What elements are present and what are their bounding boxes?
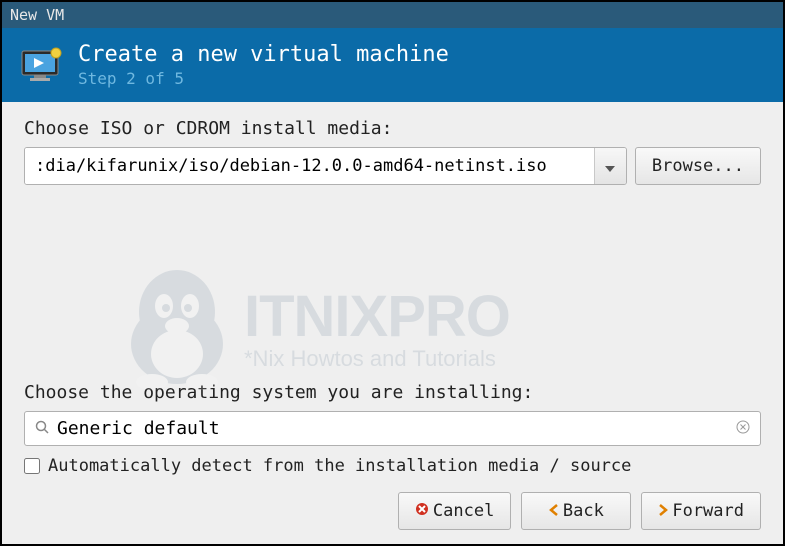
window-title: New VM <box>10 6 64 24</box>
clear-icon[interactable] <box>736 419 750 438</box>
browse-button[interactable]: Browse... <box>635 147 761 185</box>
chevron-left-icon <box>549 501 559 521</box>
os-label: Choose the operating system you are inst… <box>24 382 761 403</box>
autodetect-checkbox[interactable] <box>24 458 40 474</box>
monitor-icon <box>20 47 64 83</box>
back-label: Back <box>563 501 604 521</box>
cancel-icon <box>415 501 429 521</box>
iso-combo-arrow[interactable] <box>594 148 626 184</box>
forward-label: Forward <box>672 501 744 521</box>
back-button[interactable]: Back <box>521 492 631 530</box>
forward-button[interactable]: Forward <box>641 492 761 530</box>
chevron-down-icon <box>605 157 615 176</box>
wizard-step: Step 2 of 5 <box>78 69 449 88</box>
autodetect-row[interactable]: Automatically detect from the installati… <box>24 456 761 476</box>
iso-label: Choose ISO or CDROM install media: <box>24 118 761 139</box>
chevron-right-icon <box>658 501 668 521</box>
iso-combo[interactable] <box>24 147 627 185</box>
titlebar: New VM <box>2 2 783 28</box>
wizard-footer: Cancel Back Forward <box>24 492 761 530</box>
new-vm-window: New VM Create a new virtual machine Step… <box>0 0 785 546</box>
iso-row: Browse... <box>24 147 761 185</box>
cancel-label: Cancel <box>433 501 494 521</box>
wizard-content: Choose ISO or CDROM install media: Brows… <box>2 102 783 544</box>
os-search-field[interactable] <box>24 411 761 446</box>
autodetect-label: Automatically detect from the installati… <box>48 456 631 476</box>
iso-path-input[interactable] <box>25 148 594 184</box>
wizard-title: Create a new virtual machine <box>78 42 449 67</box>
wizard-header: Create a new virtual machine Step 2 of 5 <box>2 28 783 102</box>
os-input[interactable] <box>57 418 728 439</box>
search-icon <box>35 419 49 438</box>
cancel-button[interactable]: Cancel <box>398 492 511 530</box>
header-text: Create a new virtual machine Step 2 of 5 <box>78 42 449 88</box>
